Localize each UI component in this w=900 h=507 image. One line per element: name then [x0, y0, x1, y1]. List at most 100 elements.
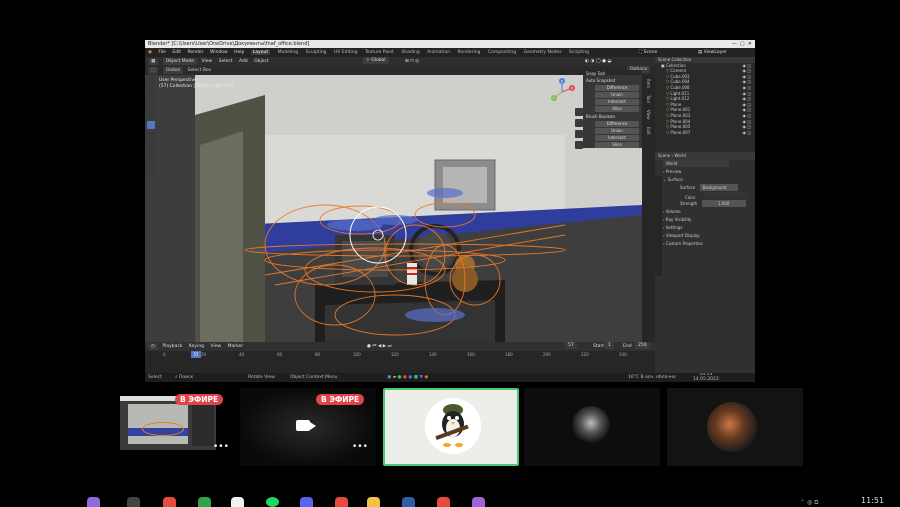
current-frame-field[interactable]: 57	[565, 342, 577, 349]
zoom-icon[interactable]	[575, 108, 583, 116]
outliner: Scene Collection ▣ Collection ◉ ◫ ▽ Camera…	[655, 57, 755, 152]
drag-label[interactable]: Select Box	[188, 68, 212, 73]
add-cube-tool-icon[interactable]	[147, 165, 155, 173]
view-layer-selector[interactable]: ▤ ViewLayer	[698, 48, 732, 57]
timeline-track[interactable]: 0 20 40 60 80 100 120 140 160 180 200 220 240 57	[145, 351, 655, 373]
pan-hand-icon[interactable]	[575, 119, 583, 127]
workspace-tab-texture[interactable]: Texture Paint	[365, 50, 394, 55]
rotate-tool-icon[interactable]	[147, 110, 155, 118]
color-swatch[interactable]	[703, 192, 748, 199]
section-settings[interactable]: › Settings	[655, 224, 755, 232]
mode-dropdown[interactable]: Object Mode	[162, 58, 198, 65]
object-menu[interactable]: Object	[254, 59, 269, 64]
workspace-tab-modeling[interactable]: Modeling	[278, 50, 298, 55]
scale-tool-icon[interactable]	[147, 121, 155, 129]
tray-clock[interactable]: 14:53 14.05.2023	[693, 372, 719, 382]
shading-buttons[interactable]: ◐ ◑ ◯ ● ◒	[585, 57, 611, 66]
start-frame-field[interactable]: 1	[605, 342, 614, 349]
workspace-tab-shading[interactable]: Shading	[401, 50, 419, 55]
participant-tile-5[interactable]	[667, 388, 803, 466]
navigation-gizmo[interactable]: X Y Z	[548, 78, 576, 106]
select-menu[interactable]: Select	[219, 59, 233, 64]
playback-controls[interactable]: ● ⏮ ◀ ▶ ⏭	[367, 342, 392, 351]
orientation-dropdown[interactable]: ⊹ Global	[363, 57, 389, 64]
tile-menu-dots[interactable]: •••	[352, 442, 368, 452]
workspace-tab-geometry[interactable]: Geometry Nodes	[524, 50, 562, 55]
playhead[interactable]: 57	[191, 351, 201, 358]
move-tool-icon[interactable]	[147, 99, 155, 107]
workspace-tab-layout[interactable]: Layout	[250, 50, 271, 55]
add-menu[interactable]: Add	[239, 59, 248, 64]
menu-edit[interactable]: Edit	[172, 50, 181, 55]
keying-menu[interactable]: Keying	[189, 344, 204, 349]
brush-slice-button[interactable]: Slice	[595, 142, 639, 148]
marker-menu[interactable]: Marker	[228, 344, 244, 349]
sidebar-tab-tool[interactable]: Tool	[646, 95, 651, 103]
blender-logo-icon[interactable]: ◉	[148, 50, 152, 55]
editor-type-button[interactable]: ▦	[148, 58, 159, 65]
section-preview[interactable]: › Preview	[655, 168, 755, 176]
camera-view-icon[interactable]	[575, 130, 583, 138]
union-button[interactable]: Union	[595, 92, 639, 98]
slice-button[interactable]: Slice	[595, 106, 639, 112]
menu-window[interactable]: Window	[210, 50, 228, 55]
annotate-tool-icon[interactable]	[147, 143, 155, 151]
strength-value[interactable]: 1.000	[701, 200, 746, 207]
cursor-tool-icon[interactable]	[147, 88, 155, 96]
timeline-editor-icon[interactable]: ◷	[148, 343, 158, 350]
workspace-tab-uv[interactable]: UV Editing	[334, 50, 357, 55]
taskbar-apps[interactable]: ▣ ▰ ● ● ● ■ ▼ ◉	[387, 373, 428, 382]
workspace-tab-animation[interactable]: Animation	[427, 50, 450, 55]
workspace-tab-rendering[interactable]: Rendering	[458, 50, 481, 55]
end-frame-field[interactable]: 250	[635, 342, 650, 349]
world-selector[interactable]: World	[655, 160, 755, 168]
view-menu[interactable]: View	[202, 59, 213, 64]
section-viewport-display[interactable]: › Viewport Display	[655, 232, 755, 240]
workspace-tab-sculpting[interactable]: Sculpting	[306, 50, 327, 55]
participant-tile-1[interactable]: В ЭФИРЕ •••	[103, 388, 239, 466]
sidebar-tab-item[interactable]: Item	[646, 79, 651, 88]
select-tool-icon[interactable]	[147, 77, 155, 85]
intersect-button[interactable]: Intersect	[595, 99, 639, 105]
windows-search[interactable]: ⌕ Поиск	[175, 373, 193, 382]
system-clock[interactable]: 11:51	[861, 496, 884, 505]
measure-tool-icon[interactable]	[147, 154, 155, 162]
workspace-tab-compositing[interactable]: Compositing	[488, 50, 516, 55]
status-select: Select	[148, 375, 162, 380]
properties-tabs[interactable]	[655, 176, 662, 276]
timeline-view-menu[interactable]: View	[210, 344, 221, 349]
drag-select-dropdown[interactable]: ⬚	[148, 67, 159, 74]
grid-icon[interactable]	[575, 141, 583, 149]
transform-orientation-dropdown[interactable]: Global	[162, 67, 184, 74]
live-badge: В ЭФИРЕ	[175, 394, 224, 405]
workspace-tab-scripting[interactable]: Scripting	[569, 50, 589, 55]
section-surface[interactable]: ⌄ Surface	[655, 176, 755, 184]
weather-label[interactable]: 16°C В осн. облачно	[628, 373, 676, 382]
brush-union-button[interactable]: Union	[595, 128, 639, 134]
section-ray-visibility[interactable]: › Ray Visibility	[655, 216, 755, 224]
sidebar-tab-edit[interactable]: Edit	[646, 127, 651, 135]
menu-file[interactable]: File	[158, 50, 166, 55]
participant-tile-2[interactable]: В ЭФИРЕ •••	[240, 388, 376, 466]
outliner-row[interactable]: ▽ Plane.007 ◉ ◫	[655, 130, 755, 136]
section-volume[interactable]: › Volume	[655, 208, 755, 216]
3d-viewport[interactable]	[145, 75, 642, 342]
participant-tile-3[interactable]	[383, 388, 519, 466]
sidebar-tab-view[interactable]: View	[646, 110, 651, 120]
section-custom-properties[interactable]: › Custom Properties	[655, 240, 755, 248]
tile-menu-dots[interactable]: •••	[213, 442, 229, 452]
brush-intersect-button[interactable]: Intersect	[595, 135, 639, 141]
transform-tool-icon[interactable]	[147, 132, 155, 140]
timeline-tick-label: 120	[391, 352, 399, 357]
scene-selector[interactable]: ⛶ Scene	[639, 48, 662, 57]
visibility-eye-icon[interactable]: ◉ ◫	[742, 130, 751, 136]
menu-help[interactable]: Help	[234, 50, 244, 55]
surface-value[interactable]: Background	[699, 184, 738, 191]
participant-tile-4[interactable]	[524, 388, 660, 466]
brush-difference-button[interactable]: Difference	[595, 121, 639, 127]
window-controls[interactable]: — ▢ ✕	[732, 40, 752, 48]
playback-menu[interactable]: Playback	[162, 344, 182, 349]
difference-button[interactable]: Difference	[595, 85, 639, 91]
menu-render[interactable]: Render	[188, 50, 204, 55]
snap-icon[interactable]: ⊞ ⊓ ◎	[405, 57, 419, 66]
